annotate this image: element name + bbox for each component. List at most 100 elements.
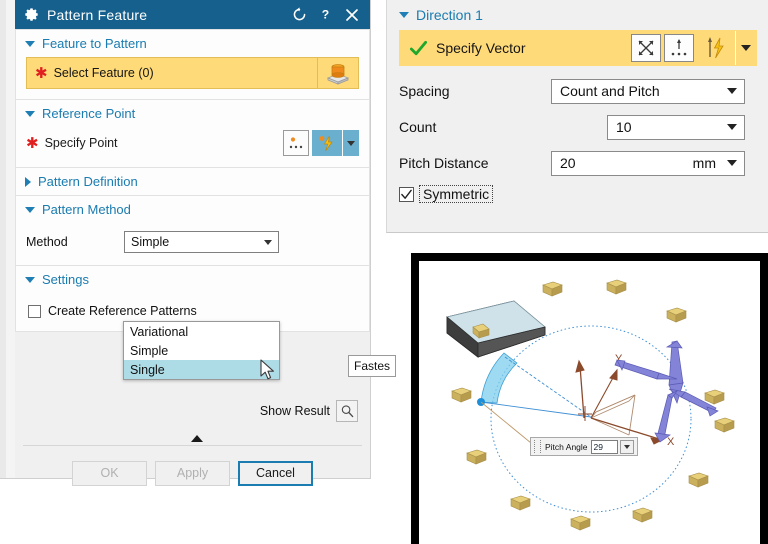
button-separator xyxy=(23,445,362,446)
section-pattern-definition: Pattern Definition xyxy=(15,168,370,196)
point-inference-icon xyxy=(312,130,343,156)
specify-point-row[interactable]: ✱ Specify Point xyxy=(26,127,359,159)
ok-button[interactable]: OK xyxy=(72,460,147,486)
section-pattern-definition-header[interactable]: Pattern Definition xyxy=(16,168,369,195)
section-settings-header[interactable]: Settings xyxy=(16,266,369,293)
chevron-down-icon xyxy=(399,12,409,18)
close-icon[interactable] xyxy=(344,7,359,22)
method-dropdown-list[interactable]: Variational Simple Single xyxy=(123,321,280,380)
collapse-arrow-icon[interactable] xyxy=(191,435,203,442)
graphics-viewport-frame: Y X Pitch Angle 29 xyxy=(411,253,768,544)
spacing-dropdown-icon[interactable] xyxy=(720,80,744,103)
mouse-cursor-icon xyxy=(260,359,277,385)
method-value: Simple xyxy=(131,235,170,249)
pitch-distance-dropdown-icon[interactable] xyxy=(720,152,744,175)
count-combobox[interactable]: 10 xyxy=(607,114,745,140)
method-option-simple[interactable]: Simple xyxy=(124,341,279,360)
section-settings-label: Settings xyxy=(42,272,89,287)
pitch-angle-dropdown-icon[interactable] xyxy=(619,439,634,454)
section-pattern-method: Pattern Method Method Simple xyxy=(15,196,370,266)
vector-point-icon[interactable] xyxy=(664,34,694,62)
count-row: Count 10 xyxy=(399,112,757,142)
section-feature-to-pattern: Feature to Pattern ✱ Select Feature (0) xyxy=(15,29,370,100)
chevron-down-icon xyxy=(25,276,35,283)
count-dropdown-icon[interactable] xyxy=(720,116,744,139)
section-feature-to-pattern-label: Feature to Pattern xyxy=(42,36,147,51)
magnifier-icon[interactable] xyxy=(336,400,358,422)
drag-handle-icon[interactable] xyxy=(534,440,541,453)
select-feature-label: Select Feature (0) xyxy=(53,66,154,80)
direction-1-header[interactable]: Direction 1 xyxy=(387,0,768,30)
required-asterisk-icon: ✱ xyxy=(26,134,39,152)
count-value: 10 xyxy=(616,119,632,135)
chevron-down-icon xyxy=(25,40,35,47)
help-icon[interactable]: ? xyxy=(318,7,333,22)
show-result-row[interactable]: Show Result xyxy=(260,400,358,422)
show-result-label: Show Result xyxy=(259,404,330,418)
vector-inference-button[interactable] xyxy=(697,31,756,65)
section-feature-to-pattern-header[interactable]: Feature to Pattern xyxy=(16,30,369,57)
vector-dropdown-icon[interactable] xyxy=(736,31,756,65)
inference-dropdown-icon[interactable] xyxy=(343,130,359,156)
section-pattern-method-label: Pattern Method xyxy=(42,202,131,217)
count-label: Count xyxy=(399,119,437,135)
method-option-single[interactable]: Single xyxy=(124,360,279,379)
chevron-right-icon xyxy=(25,176,31,187)
method-row: Method Simple xyxy=(26,229,359,255)
specify-point-label: Specify Point xyxy=(44,136,118,150)
section-pattern-method-header[interactable]: Pattern Method xyxy=(16,196,369,223)
create-reference-patterns-row[interactable]: Create Reference Patterns xyxy=(28,301,359,321)
symmetric-label: Symmetric xyxy=(419,185,494,203)
dialog-titlebar: Pattern Feature ? xyxy=(15,0,370,29)
pitch-angle-field[interactable]: Pitch Angle 29 xyxy=(530,437,638,456)
symmetric-checkbox[interactable] xyxy=(399,186,414,202)
graphics-viewport[interactable]: Y X Pitch Angle 29 xyxy=(419,261,760,544)
symmetric-row[interactable]: Symmetric xyxy=(399,182,757,206)
dialog-button-bar: OK Apply Cancel xyxy=(15,453,370,493)
select-feature-row[interactable]: ✱ Select Feature (0) xyxy=(26,57,359,89)
angle-sweep xyxy=(480,352,518,404)
spacing-value: Count and Pitch xyxy=(560,83,660,99)
method-dropdown-icon[interactable] xyxy=(258,232,278,252)
axis-label-x: X xyxy=(667,436,675,448)
point-inference-button[interactable] xyxy=(312,130,359,156)
angle-leader-1 xyxy=(480,401,592,418)
pattern-feature-dialog: Pattern Feature ? Feature to Pattern ✱ S… xyxy=(0,0,397,486)
pattern-preview-graphics: Y X xyxy=(446,279,735,531)
cancel-button[interactable]: Cancel xyxy=(238,460,313,486)
section-reference-point-label: Reference Point xyxy=(42,106,136,121)
titlebar-icons: ? xyxy=(292,7,359,22)
spacing-row: Spacing Count and Pitch xyxy=(399,76,757,106)
pitch-distance-value: 20 xyxy=(560,155,576,171)
method-label: Method xyxy=(26,235,68,249)
pitch-distance-label: Pitch Distance xyxy=(399,155,489,171)
dialog-body: Feature to Pattern ✱ Select Feature (0) xyxy=(15,29,397,486)
source-feature-block xyxy=(446,300,546,358)
vector-cross-icon[interactable] xyxy=(631,34,661,62)
spacing-combobox[interactable]: Count and Pitch xyxy=(551,78,745,104)
reset-icon[interactable] xyxy=(292,7,307,22)
pitch-angle-label: Pitch Angle xyxy=(545,441,588,452)
vector-inference-icon xyxy=(697,31,736,65)
specify-vector-row[interactable]: Specify Vector xyxy=(399,30,757,66)
method-tooltip: Fastes xyxy=(348,355,397,377)
pitch-distance-combobox[interactable]: 20 mm xyxy=(551,150,745,176)
pattern-circle-path xyxy=(490,325,692,513)
section-reference-point: Reference Point ✱ Specify Point xyxy=(15,100,370,168)
required-asterisk-icon: ✱ xyxy=(35,64,48,82)
method-option-variational[interactable]: Variational xyxy=(124,322,279,341)
spacing-label: Spacing xyxy=(399,83,450,99)
chevron-down-icon xyxy=(25,206,35,213)
point-dialog-icon[interactable] xyxy=(283,130,309,156)
create-reference-patterns-checkbox[interactable] xyxy=(28,304,41,318)
create-reference-patterns-label: Create Reference Patterns xyxy=(48,304,197,318)
pitch-angle-input[interactable]: 29 xyxy=(590,439,618,454)
apply-button[interactable]: Apply xyxy=(155,460,230,486)
check-green-icon xyxy=(409,39,428,58)
boss-pad-icon[interactable] xyxy=(317,57,359,89)
section-reference-point-header[interactable]: Reference Point xyxy=(16,100,369,127)
svg-text:?: ? xyxy=(322,8,329,22)
section-pattern-definition-label: Pattern Definition xyxy=(38,174,138,189)
method-combobox[interactable]: Simple xyxy=(124,231,279,253)
gear-icon xyxy=(24,7,39,22)
